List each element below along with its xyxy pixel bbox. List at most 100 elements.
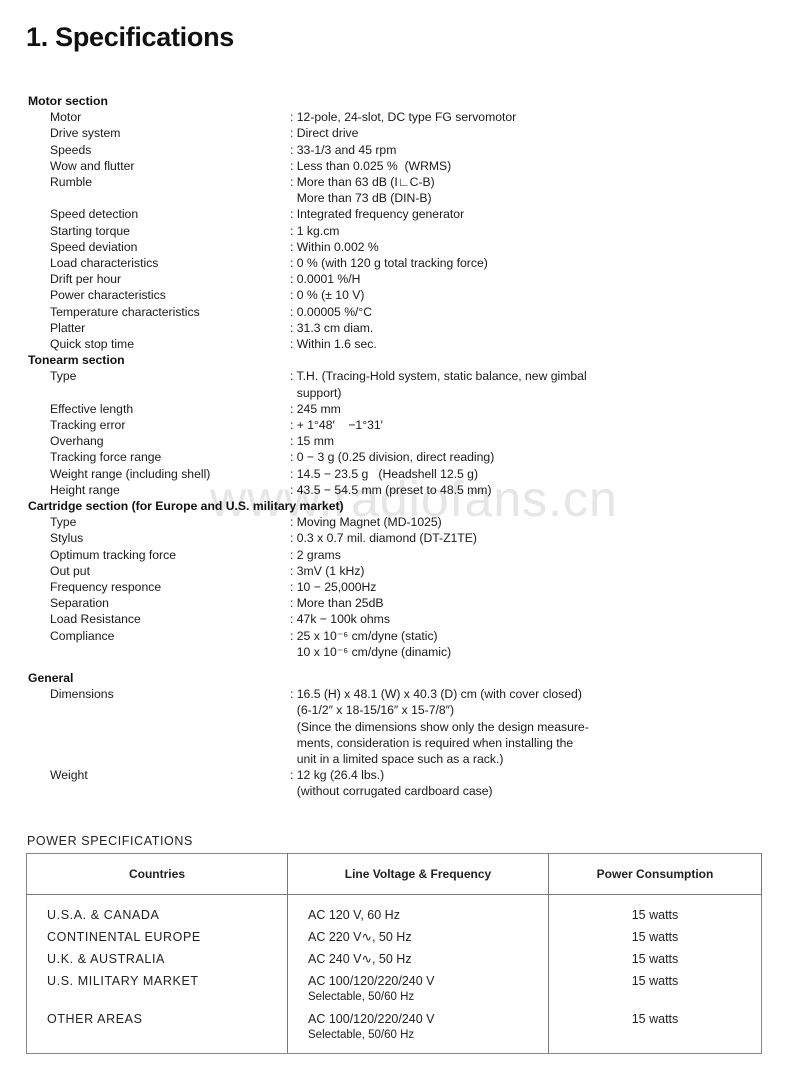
- table-header-row: Countries Line Voltage & Frequency Power…: [26, 853, 762, 895]
- spec-value: : 245 mm: [290, 401, 341, 416]
- spec-value: : 0 % (with 120 g total tracking force): [290, 256, 488, 271]
- spec-values: : 0 % (with 120 g total tracking force): [290, 255, 648, 271]
- spec-value: : 10 − 25,000Hz: [290, 580, 377, 595]
- spec-row: Tracking error: + 1°48′ −1°31′: [28, 417, 648, 433]
- spec-value: : 1 kg.cm: [290, 223, 340, 238]
- spec-label: Type: [50, 369, 77, 384]
- table-row: OTHER AREAS AC 100/120/220/240 V Selectabl…: [26, 1005, 762, 1054]
- spec-values: : 33-1/3 and 45 rpm: [290, 142, 648, 158]
- spec-label: Platter: [50, 320, 86, 335]
- cell-country: OTHER AREAS: [26, 1005, 288, 1054]
- spec-row: Type: Moving Magnet (MD-1025): [28, 514, 648, 530]
- spec-value: : 0 % (± 10 V): [290, 288, 365, 303]
- spec-value: : Less than 0.025 % (WRMS): [290, 158, 452, 173]
- spec-label: Starting torque: [50, 223, 130, 238]
- cell-voltage: AC 100/120/220/240 V Selectable, 50/60 Hz: [287, 1005, 549, 1054]
- spec-value: : 43.5 − 54.5 mm (preset to 48.5 mm): [290, 482, 492, 497]
- spec-label: Drift per hour: [50, 272, 122, 287]
- section-heading: General: [28, 671, 74, 686]
- spec-values: : 31.3 cm diam.: [290, 320, 648, 336]
- spec-row: Overhang: 15 mm: [28, 433, 648, 449]
- spec-values: : 0 % (± 10 V): [290, 287, 648, 303]
- spec-value: : 12 kg (26.4 lbs.): [290, 768, 385, 783]
- spec-label: Type: [50, 515, 77, 530]
- spec-row: Weight: 12 kg (26.4 lbs.) (without corru…: [28, 767, 648, 799]
- spec-row: Load Resistance : 47k − 100k ohms: [28, 611, 648, 627]
- spec-row: Stylus : 0.3 x 0.7 mil. diamond (DT-Z1TE): [28, 530, 648, 546]
- spec-value: : 47k − 100k ohms: [290, 612, 390, 627]
- table-row: U.S.A. & CANADA AC 120 V, 60 Hz 15 watts: [26, 894, 762, 923]
- cell-country: U.S.A. & CANADA: [26, 894, 288, 923]
- voltage-line: AC 120 V, 60 Hz: [308, 908, 400, 922]
- spec-label: Speeds: [50, 142, 92, 157]
- cell-consumption: 15 watts: [548, 1005, 762, 1054]
- spec-label: Out put: [50, 563, 90, 578]
- spec-row: Type: T.H. (Tracing-Hold system, static …: [28, 368, 648, 400]
- spec-row: Rumble : More than 63 dB (I∟C-B) More tha…: [28, 174, 648, 206]
- spec-row: Tracking force range: 0 − 3 g (0.25 divi…: [28, 449, 648, 465]
- spec-label: Effective length: [50, 401, 134, 416]
- spec-value: More than 73 dB (DIN-B): [290, 191, 432, 206]
- table-row: U.S. MILITARY MARKET AC 100/120/220/240 V…: [26, 967, 762, 1005]
- spec-value: : 12-pole, 24-slot, DC type FG servomoto…: [290, 110, 517, 125]
- cell-voltage: AC 240 V∿, 50 Hz: [287, 945, 549, 967]
- spec-value: : 0.0001 %/H: [290, 272, 361, 287]
- spec-label: Quick stop time: [50, 337, 134, 352]
- voltage-line: AC 100/120/220/240 V: [308, 1012, 435, 1026]
- spec-row: Power characteristics : 0 % (± 10 V): [28, 287, 648, 303]
- cell-consumption: 15 watts: [548, 945, 762, 967]
- spec-value: : Direct drive: [290, 126, 359, 141]
- spec-row: Effective length : 245 mm: [28, 401, 648, 417]
- spec-values: : More than 63 dB (I∟C-B) More than 73 d…: [290, 174, 648, 206]
- spec-label: Load Resistance: [50, 612, 141, 627]
- spec-label: Stylus: [50, 531, 84, 546]
- spec-label: Speed deviation: [50, 239, 138, 254]
- spec-values: : 0.0001 %/H: [290, 271, 648, 287]
- spec-row: Motor : 12-pole, 24-slot, DC type FG serv…: [28, 109, 648, 125]
- spec-label: Power characteristics: [50, 288, 166, 303]
- voltage-line: AC 100/120/220/240 V: [308, 974, 435, 988]
- spec-row: Frequency responce: 10 − 25,000Hz: [28, 579, 648, 595]
- spec-label: Rumble: [50, 175, 92, 189]
- specifications-list: Motor section Motor: 12-pole, 24-slot, DC…: [28, 93, 648, 800]
- section-heading: Cartridge section (for Europe and U.S. m…: [28, 499, 344, 514]
- spec-value: support): [290, 385, 342, 400]
- voltage-line: Selectable, 50/60 Hz: [308, 991, 415, 1003]
- spec-row: Starting torque : 1 kg.cm: [28, 223, 648, 239]
- cell-country: U.K. & AUSTRALIA: [26, 945, 288, 967]
- spec-value: : 33-1/3 and 45 rpm: [290, 142, 397, 157]
- spec-value: : 2 grams: [290, 547, 341, 562]
- spec-value: : More than 25dB: [290, 596, 384, 611]
- spec-value: : 15 mm: [290, 434, 335, 449]
- spec-values: : Integrated frequency generator: [290, 206, 648, 222]
- spec-row: Optimum tracking force : 2 grams: [28, 547, 648, 563]
- spec-label: Compliance: [50, 628, 115, 643]
- spec-values: : 12 kg (26.4 lbs.) (without corrugated …: [290, 767, 648, 799]
- spec-values: : 43.5 − 54.5 mm (preset to 48.5 mm): [290, 482, 648, 498]
- spec-values: : 0.3 x 0.7 mil. diamond (DT-Z1TE): [290, 530, 648, 546]
- spec-values: : 25 x 10⁻⁶ cm/dyne (static) 10 x 10⁻⁶ c…: [290, 628, 648, 660]
- spec-row: Drive system: Direct drive: [28, 125, 648, 141]
- spec-row: Out put: 3mV (1 kHz): [28, 563, 648, 579]
- cell-voltage: AC 120 V, 60 Hz: [287, 894, 549, 923]
- cell-country: U.S. MILITARY MARKET: [26, 967, 288, 1005]
- spec-values: : 10 − 25,000Hz: [290, 579, 648, 595]
- spec-label: Motor: [50, 110, 82, 125]
- spec-value: (without corrugated cardboard case): [290, 784, 493, 799]
- spec-row: Height range: 43.5 − 54.5 mm (preset to …: [28, 482, 648, 498]
- spec-row: Speed detection : Integrated frequency ge…: [28, 206, 648, 222]
- spec-row: Weight range (including shell): 14.5 − 2…: [28, 466, 648, 482]
- spec-row: Speed deviation : Within 0.002 %: [28, 239, 648, 255]
- spec-values: : 2 grams: [290, 547, 648, 563]
- spec-row: Speeds : 33-1/3 and 45 rpm: [28, 142, 648, 158]
- spec-values: : Direct drive: [290, 125, 648, 141]
- spec-row: Drift per hour : 0.0001 %/H: [28, 271, 648, 287]
- spec-label: Speed detection: [50, 207, 139, 222]
- spec-value: : 25 x 10⁻⁶ cm/dyne (static): [290, 628, 438, 643]
- spec-label: Temperature characteristics: [50, 304, 200, 319]
- spec-value: : Within 0.002 %: [290, 239, 379, 254]
- spec-label: Optimum tracking force: [50, 547, 176, 562]
- spec-label: Tracking error: [50, 418, 126, 433]
- spec-values: : 12-pole, 24-slot, DC type FG servomoto…: [290, 109, 648, 125]
